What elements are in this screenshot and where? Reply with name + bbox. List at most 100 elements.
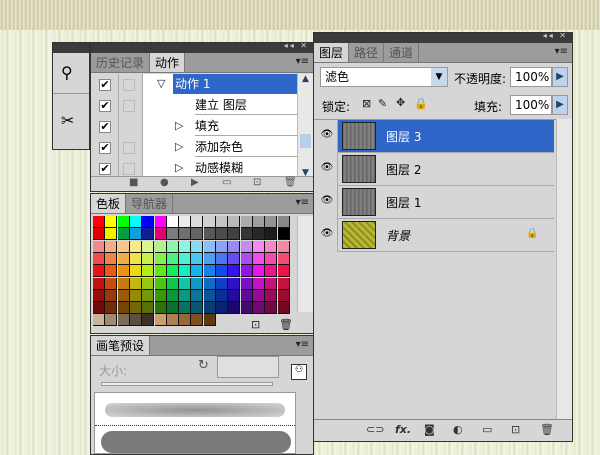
- scrollbar[interactable]: ▲ ▼: [297, 74, 313, 178]
- collapse-close-icon[interactable]: ◂◂ ✕: [543, 31, 568, 40]
- swatch[interactable]: [228, 277, 241, 290]
- swatch[interactable]: [166, 289, 179, 302]
- swatch[interactable]: [142, 216, 155, 228]
- swatch[interactable]: [166, 240, 179, 253]
- new-layer-icon[interactable]: ⊡: [511, 423, 520, 436]
- brush-list[interactable]: [94, 392, 296, 454]
- swatch[interactable]: [142, 265, 155, 278]
- eye-icon[interactable]: 👁: [318, 162, 336, 176]
- swatch[interactable]: [277, 302, 290, 315]
- swatch[interactable]: [216, 240, 228, 253]
- swatch[interactable]: [216, 216, 228, 228]
- dialog-toggle[interactable]: [123, 142, 135, 154]
- lock-brush-icon[interactable]: ✎: [378, 97, 387, 110]
- swatch[interactable]: [105, 289, 118, 302]
- swatch[interactable]: [228, 216, 241, 228]
- tab[interactable]: 动作: [150, 53, 186, 72]
- brush-options-icon[interactable]: ⚇: [291, 364, 307, 380]
- new-swatch-icon[interactable]: ⊡: [251, 318, 260, 331]
- swatch[interactable]: [179, 265, 192, 278]
- swatch[interactable]: [93, 240, 105, 253]
- swatch[interactable]: [265, 289, 278, 302]
- layer-row[interactable]: 👁 图层 3: [314, 120, 554, 153]
- swatch[interactable]: [252, 277, 265, 290]
- swatch[interactable]: [166, 265, 179, 278]
- swatch[interactable]: [203, 228, 216, 241]
- swatch[interactable]: [117, 252, 130, 265]
- tab[interactable]: 色板: [91, 194, 127, 213]
- swatch[interactable]: [191, 289, 204, 302]
- dialog-toggle[interactable]: [123, 100, 135, 112]
- swatch[interactable]: [105, 277, 118, 290]
- swatch[interactable]: [203, 252, 216, 265]
- layer-row[interactable]: 👁 背景 🔒: [314, 219, 554, 252]
- stop-icon[interactable]: ■: [129, 177, 138, 188]
- swatch[interactable]: [228, 252, 241, 265]
- swatch[interactable]: [179, 240, 192, 253]
- swatch[interactable]: [216, 228, 228, 241]
- eye-icon[interactable]: 👁: [318, 228, 336, 242]
- swatch[interactable]: [142, 252, 155, 265]
- swatch[interactable]: [240, 252, 253, 265]
- delete-icon[interactable]: 🗑: [284, 177, 297, 188]
- swatch[interactable]: [240, 277, 253, 290]
- swatch[interactable]: [179, 216, 192, 228]
- swatch[interactable]: [203, 302, 216, 315]
- swatch[interactable]: [142, 228, 155, 241]
- swatch[interactable]: [228, 302, 241, 315]
- swatch[interactable]: [265, 302, 278, 315]
- fx-icon[interactable]: fx.: [395, 423, 411, 436]
- action-item[interactable]: ✔ ▷ 填充: [91, 116, 297, 138]
- toggle-checkbox[interactable]: ✔: [99, 121, 111, 133]
- triangle-right-icon[interactable]: ▷: [175, 119, 183, 132]
- layer-row[interactable]: 👁 图层 2: [314, 153, 554, 186]
- swatch[interactable]: [228, 265, 241, 278]
- swatch[interactable]: [240, 216, 253, 228]
- dialog-toggle[interactable]: [123, 163, 135, 175]
- swatch[interactable]: [93, 228, 105, 241]
- swatch[interactable]: [216, 277, 228, 290]
- tools-icon[interactable]: ✂: [61, 111, 74, 130]
- delete-swatch-icon[interactable]: 🗑: [279, 318, 293, 331]
- new-action-icon[interactable]: ⊡: [253, 177, 261, 188]
- swatch[interactable]: [166, 216, 179, 228]
- swatch[interactable]: [203, 216, 216, 228]
- size-input[interactable]: [217, 356, 279, 378]
- triangle-down-icon[interactable]: ▽: [157, 77, 165, 90]
- swatch[interactable]: [179, 314, 192, 327]
- swatch[interactable]: [93, 277, 105, 290]
- swatch[interactable]: [166, 302, 179, 315]
- swatch[interactable]: [129, 228, 142, 241]
- lock-move-icon[interactable]: ✥: [396, 96, 405, 109]
- swatch[interactable]: [105, 265, 118, 278]
- action-item[interactable]: ✔ ▷ 添加杂色: [91, 137, 297, 159]
- swatch[interactable]: [203, 314, 216, 327]
- swatch[interactable]: [117, 240, 130, 253]
- swatch[interactable]: [252, 252, 265, 265]
- swatch[interactable]: [105, 240, 118, 253]
- swatch[interactable]: [117, 289, 130, 302]
- swatch[interactable]: [277, 216, 290, 228]
- swatch[interactable]: [93, 314, 105, 327]
- swatch[interactable]: [154, 228, 167, 241]
- swatch[interactable]: [105, 252, 118, 265]
- swatch[interactable]: [228, 289, 241, 302]
- swatch[interactable]: [179, 277, 192, 290]
- panel-menu-icon[interactable]: ▾≡: [296, 56, 309, 67]
- swatch[interactable]: [93, 265, 105, 278]
- swatch[interactable]: [252, 265, 265, 278]
- swatch[interactable]: [117, 277, 130, 290]
- swatch[interactable]: [117, 228, 130, 241]
- toggle-checkbox[interactable]: ✔: [99, 100, 111, 112]
- swatch[interactable]: [277, 289, 290, 302]
- swatch[interactable]: [216, 265, 228, 278]
- fill-input[interactable]: 100%: [510, 95, 552, 115]
- toggle-checkbox[interactable]: ✔: [99, 163, 111, 175]
- swatch[interactable]: [277, 228, 290, 241]
- collapse-close-icon[interactable]: ◂◂ ✕: [284, 41, 309, 50]
- swatch[interactable]: [166, 228, 179, 241]
- swatch[interactable]: [93, 252, 105, 265]
- swatch[interactable]: [117, 314, 130, 327]
- swatch[interactable]: [105, 302, 118, 315]
- layer-row[interactable]: 👁 图层 1: [314, 186, 554, 219]
